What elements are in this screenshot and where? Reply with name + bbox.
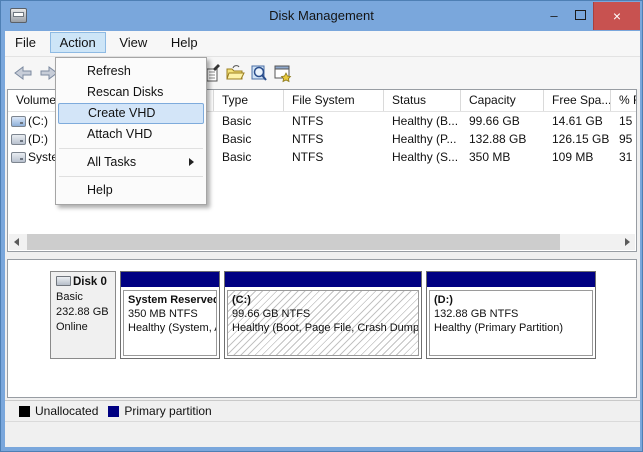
status-cell: Healthy (B... <box>392 114 459 128</box>
menu-action[interactable]: Action <box>49 32 106 53</box>
menu-separator <box>59 176 203 177</box>
percent-free-cell: 31 <box>619 150 633 164</box>
file-system-cell: NTFS <box>292 132 324 146</box>
column-header-type[interactable]: Type <box>214 90 284 111</box>
scroll-left-icon <box>14 238 19 246</box>
submenu-arrow-icon <box>189 158 194 166</box>
partition-d[interactable]: (D:) 132.88 GB NTFS Healthy (Primary Par… <box>426 271 596 359</box>
find-icon[interactable] <box>249 63 269 83</box>
disk-size: 232.88 GB <box>56 306 109 318</box>
volume-disk-icon <box>11 152 26 163</box>
disk-name: Disk 0 <box>73 276 107 288</box>
partition-status: Healthy (Boot, Page File, Crash Dump, Pr… <box>232 322 419 334</box>
free-space-cell: 126.15 GB <box>552 132 610 146</box>
scroll-left-button[interactable] <box>9 234 25 250</box>
scrollbar-thumb[interactable] <box>27 234 560 250</box>
menu-view[interactable]: View <box>109 32 157 53</box>
legend-bar: Unallocated Primary partition <box>5 400 640 421</box>
disk-type: Basic <box>56 291 83 303</box>
menu-item-rescan-disks[interactable]: Rescan Disks <box>58 82 204 103</box>
horizontal-scrollbar[interactable] <box>9 234 635 250</box>
menu-item-help[interactable]: Help <box>58 180 204 201</box>
partition-size: 132.88 GB NTFS <box>434 308 519 320</box>
maximize-button[interactable] <box>567 2 593 30</box>
status-cell: Healthy (P... <box>392 132 457 146</box>
type-cell: Basic <box>222 114 252 128</box>
partition-name: System Reserved <box>128 294 217 306</box>
back-arrow-icon[interactable] <box>13 63 33 83</box>
legend-label: Unallocated <box>35 404 99 418</box>
panel-splitter[interactable] <box>7 254 637 258</box>
maximize-icon <box>574 10 586 21</box>
minimize-button[interactable]: – <box>541 2 567 30</box>
capacity-cell: 350 MB <box>469 150 511 164</box>
capacity-cell: 132.88 GB <box>469 132 527 146</box>
disk-management-window: Disk Management – × File Action View Hel… <box>0 0 643 452</box>
close-button[interactable]: × <box>593 2 640 30</box>
partition-color-band <box>427 272 595 287</box>
status-cell: Healthy (S... <box>392 150 459 164</box>
menu-bar: File Action View Help <box>5 31 640 57</box>
primary-partition-color-swatch <box>108 405 120 417</box>
menu-item-attach-vhd[interactable]: Attach VHD <box>58 124 204 145</box>
partition-c[interactable]: (C:) 99.66 GB NTFS Healthy (Boot, Page F… <box>224 271 422 359</box>
column-header-percent-free[interactable]: % Free <box>611 90 636 111</box>
status-bar <box>5 421 640 447</box>
menu-item-refresh[interactable]: Refresh <box>58 61 204 82</box>
column-header-capacity[interactable]: Capacity <box>461 90 544 111</box>
volume-disk-icon <box>11 134 26 145</box>
open-folder-icon[interactable] <box>225 63 245 83</box>
disk-drive-icon <box>56 276 71 286</box>
scroll-right-icon <box>625 238 630 246</box>
scroll-right-button[interactable] <box>619 234 635 250</box>
partition-color-band <box>225 272 421 287</box>
free-space-cell: 109 MB <box>552 150 594 164</box>
legend-item-primary-partition: Primary partition <box>108 404 212 418</box>
partition-color-band <box>121 272 219 287</box>
file-system-cell: NTFS <box>292 114 324 128</box>
capacity-cell: 99.66 GB <box>469 114 520 128</box>
percent-free-cell: 95 <box>619 132 633 146</box>
partition-size: 350 MB NTFS <box>128 308 198 320</box>
menu-help[interactable]: Help <box>161 32 208 53</box>
menu-item-all-tasks[interactable]: All Tasks <box>58 152 204 173</box>
partition-name: (D:) <box>434 294 453 306</box>
action-dropdown-menu: Refresh Rescan Disks Create VHD Attach V… <box>55 57 207 205</box>
menu-item-create-vhd[interactable]: Create VHD <box>58 103 204 124</box>
menu-separator <box>59 148 203 149</box>
unallocated-color-swatch <box>19 405 30 417</box>
column-header-status[interactable]: Status <box>384 90 461 111</box>
disk-status: Online <box>56 321 88 333</box>
disk-0-info-box[interactable]: Disk 0 Basic 232.88 GB Online <box>50 271 116 359</box>
partition-size: 99.66 GB NTFS <box>232 308 311 320</box>
percent-free-cell: 15 <box>619 114 633 128</box>
partition-status: Healthy (Primary Partition) <box>434 322 563 334</box>
volume-disk-icon <box>11 116 26 127</box>
disk-graphical-panel: Disk 0 Basic 232.88 GB Online System Res… <box>7 259 637 398</box>
column-header-file-system[interactable]: File System <box>284 90 384 111</box>
title-bar: Disk Management – × <box>1 1 642 31</box>
partition-system-reserved[interactable]: System Reserved 350 MB NTFS Healthy (Sys… <box>120 271 220 359</box>
console-window-icon[interactable] <box>273 63 293 83</box>
column-header-free-space[interactable]: Free Spa... <box>544 90 611 111</box>
type-cell: Basic <box>222 132 252 146</box>
menu-file[interactable]: File <box>5 32 46 53</box>
partition-status: Healthy (System, Active, Primary Partiti… <box>128 322 216 334</box>
file-system-cell: NTFS <box>292 150 324 164</box>
legend-item-unallocated: Unallocated <box>19 404 98 418</box>
free-space-cell: 14.61 GB <box>552 114 603 128</box>
type-cell: Basic <box>222 150 252 164</box>
legend-label: Primary partition <box>124 404 212 418</box>
partition-name: (C:) <box>232 294 251 306</box>
